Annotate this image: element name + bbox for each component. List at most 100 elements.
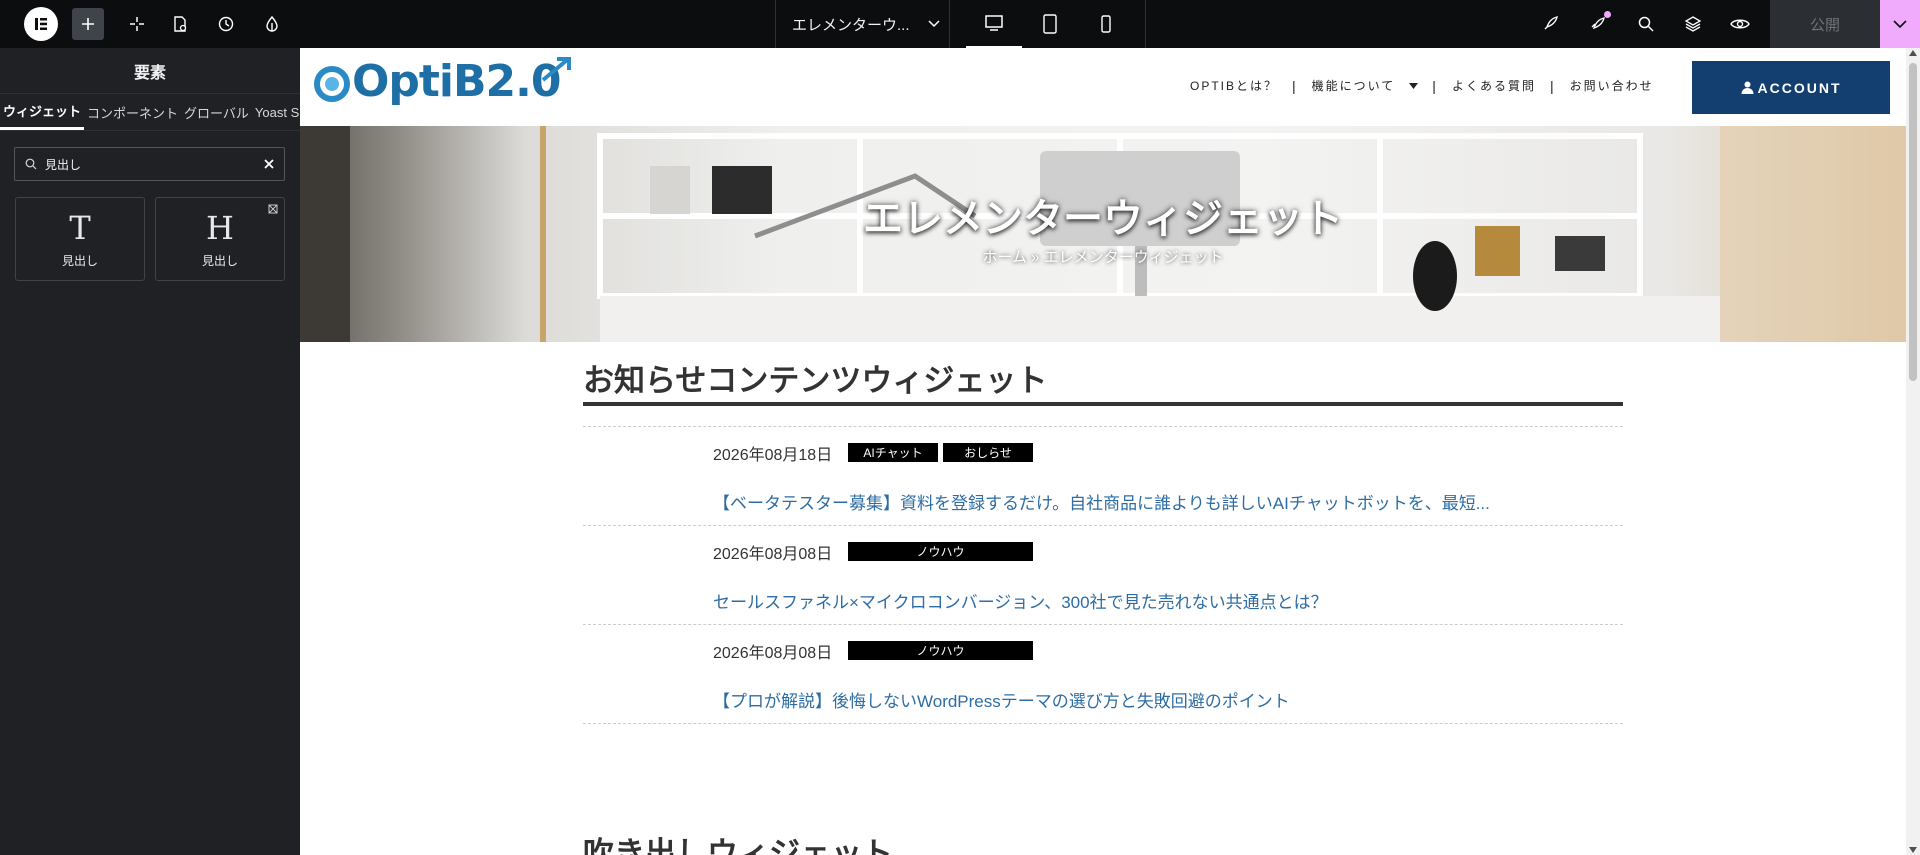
nav-item-contact[interactable]: お問い合わせ (1570, 77, 1654, 94)
notifications-button[interactable] (1583, 0, 1613, 48)
plus-icon (82, 18, 94, 30)
scroll-down-icon[interactable] (1909, 847, 1917, 853)
ai-sparkle-button[interactable] (122, 0, 152, 48)
publish-options-button[interactable] (1880, 0, 1920, 48)
editor-topbar: エレメンターウ... 公開 (0, 0, 1920, 48)
site-logo[interactable]: OptiB2.0 (312, 56, 571, 107)
text-heading-icon: T (69, 208, 91, 247)
section-title: 吹き出しウィジェット (583, 836, 893, 855)
desktop-icon (985, 15, 1003, 31)
layers-icon (1684, 16, 1702, 32)
search-button[interactable] (1631, 0, 1661, 48)
chevron-down-icon (1893, 19, 1907, 28)
news-tag[interactable]: AIチャット (848, 443, 938, 462)
nav-separator: | (1549, 77, 1556, 94)
news-list: 2026年08月18日 AIチャット おしらせ 【ベータテスター募集】資料を登録… (583, 426, 1623, 724)
site-settings-button[interactable] (257, 0, 287, 48)
news-tag[interactable]: おしらせ (943, 443, 1033, 462)
logo-arrow-icon (541, 56, 571, 82)
news-link[interactable]: 【ベータテスター募集】資料を登録するだけ。自社商品に誰よりも詳しいAIチャットボ… (713, 489, 1490, 514)
main-nav: OPTIBとは？ | 機能について | よくある質問 | お問い合わせ (1190, 77, 1654, 94)
history-button[interactable] (211, 0, 241, 48)
news-item: 2026年08月08日 ノウハウ セールスファネル×マイクロコンバージョン、30… (583, 526, 1623, 625)
preview-scrollbar[interactable] (1906, 48, 1920, 855)
elementor-logo-icon (24, 7, 58, 41)
caret-down-icon[interactable] (1409, 82, 1419, 89)
news-date: 2026年08月08日 (713, 546, 833, 563)
search-icon (1638, 16, 1654, 32)
account-button[interactable]: ACCOUNT (1692, 61, 1890, 114)
sparkle-icon (130, 17, 144, 31)
elementor-logo-button[interactable] (24, 7, 58, 41)
news-tags: AIチャット おしらせ (848, 443, 1033, 462)
widget-text-heading[interactable]: T 見出し (15, 197, 145, 281)
chevron-down-icon (927, 20, 940, 28)
clear-search-icon[interactable] (264, 159, 274, 169)
megaphone-icon (1591, 17, 1605, 30)
news-link[interactable]: 【プロが解説】後悔しないWordPressテーマの選び方と失敗回避のポイント (713, 687, 1290, 712)
add-element-button[interactable] (72, 8, 104, 40)
nav-separator: | (1432, 77, 1438, 94)
pro-badge-icon (268, 204, 278, 214)
hero-title: エレメンターウィジェット (863, 197, 1343, 241)
desktop-view-button[interactable] (966, 0, 1022, 48)
tablet-view-button[interactable] (1022, 0, 1078, 48)
nav-item-about[interactable]: OPTIBとは？ (1190, 77, 1278, 94)
widget-heading[interactable]: H 見出し (155, 197, 285, 281)
eye-icon (1730, 19, 1750, 29)
search-icon (25, 158, 37, 170)
news-date: 2026年08月08日 (713, 645, 833, 662)
breadcrumb-current: エレメンターウィジェット (1043, 249, 1224, 266)
mobile-icon (1101, 15, 1111, 33)
breadcrumb: ホーム » エレメンターウィジェット (300, 246, 1906, 267)
section-title: お知らせコンテンツウィジェット (583, 358, 1623, 406)
widget-search-input[interactable]: 見出し (14, 147, 285, 181)
tablet-icon (1043, 14, 1057, 34)
site-header: OptiB2.0 OPTIBとは？ | 機能について | よくある質問 | お問… (300, 48, 1906, 126)
widget-label: 見出し (61, 253, 98, 268)
scroll-up-icon[interactable] (1909, 50, 1917, 56)
account-label: ACCOUNT (1757, 79, 1842, 96)
site-preview: OptiB2.0 OPTIBとは？ | 機能について | よくある質問 | お問… (300, 48, 1906, 855)
page-settings-icon (174, 16, 187, 32)
breadcrumb-separator: » (1031, 249, 1040, 266)
rocket-icon (1544, 16, 1558, 30)
preview-button[interactable] (1725, 0, 1755, 48)
page-hero: エレメンターウィジェット ホーム » エレメンターウィジェット (300, 126, 1906, 342)
tab-global[interactable]: グローバル (181, 94, 252, 130)
breadcrumb-home[interactable]: ホーム (982, 249, 1027, 266)
logo-swirl-icon (314, 65, 350, 102)
nav-item-features[interactable]: 機能について (1312, 77, 1396, 94)
heading-icon: H (206, 208, 234, 247)
logo-text: OptiB2.0 (352, 56, 561, 107)
news-tags: ノウハウ (848, 641, 1033, 660)
news-item: 2026年08月18日 AIチャット おしらせ 【ベータテスター募集】資料を登録… (583, 427, 1623, 526)
device-switcher (950, 0, 1146, 48)
notification-dot (1604, 11, 1611, 18)
user-icon (1741, 81, 1753, 94)
news-tag[interactable]: ノウハウ (848, 542, 1033, 561)
mobile-view-button[interactable] (1078, 0, 1134, 48)
history-icon (218, 16, 234, 32)
news-tag[interactable]: ノウハウ (848, 641, 1033, 660)
panel-title: 要素 (0, 48, 300, 94)
nav-item-faq[interactable]: よくある質問 (1452, 77, 1536, 94)
structure-button[interactable] (1678, 0, 1708, 48)
news-item: 2026年08月08日 ノウハウ 【プロが解説】後悔しないWordPressテー… (583, 625, 1623, 724)
news-widget-section: お知らせコンテンツウィジェット 2026年08月18日 AIチャット おしらせ … (583, 358, 1623, 724)
news-date: 2026年08月18日 (713, 447, 833, 464)
document-title: エレメンターウ... (792, 16, 910, 34)
search-value: 見出し (45, 157, 82, 172)
elements-panel: 要素 ウィジェット コンポーネント グローバル Yoast SEO 見出し T … (0, 48, 318, 855)
scrollbar-thumb[interactable] (1909, 63, 1917, 381)
publish-button[interactable]: 公開 (1770, 0, 1880, 48)
tab-widgets[interactable]: ウィジェット (0, 94, 85, 130)
launch-button[interactable] (1535, 0, 1565, 48)
news-link[interactable]: セールスファネル×マイクロコンバージョン、300社で見た売れない共通点とは？ (713, 588, 1328, 613)
page-settings-button[interactable] (165, 0, 195, 48)
tab-components[interactable]: コンポーネント (84, 94, 181, 130)
document-title-dropdown[interactable]: エレメンターウ... (775, 0, 950, 48)
widget-label: 見出し (201, 253, 238, 268)
nav-separator: | (1292, 77, 1298, 94)
panel-tabs: ウィジェット コンポーネント グローバル Yoast SEO (0, 94, 318, 131)
